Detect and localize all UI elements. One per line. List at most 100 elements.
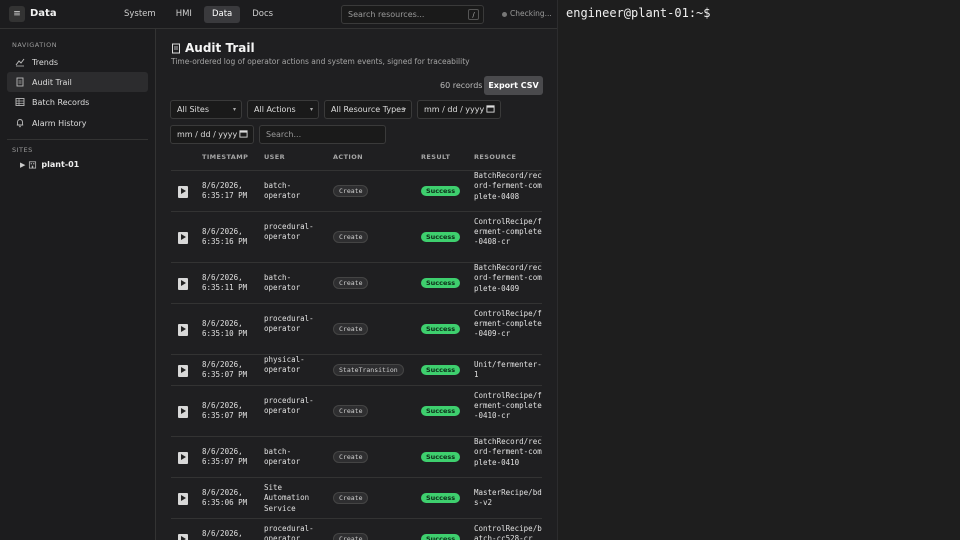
play-icon[interactable]: [178, 405, 188, 418]
site-name: plant-01: [41, 160, 80, 169]
action-cell: Create: [333, 184, 369, 197]
tab-hmi[interactable]: HMI: [168, 6, 200, 23]
actions-filter[interactable]: All Actions ▾: [247, 100, 319, 119]
action-cell: Create: [333, 230, 369, 243]
column-header-user[interactable]: USER: [264, 153, 285, 161]
action-cell: Create: [333, 322, 369, 335]
play-icon[interactable]: [178, 492, 188, 505]
play-icon[interactable]: [178, 277, 188, 290]
sidebar-item-batch-records[interactable]: Batch Records: [7, 92, 148, 112]
resource-cell: BatchRecord/record-ferment-complete-0409: [474, 262, 542, 293]
table-row[interactable]: 8/6/2026, 6:35:06 PM Site Automation Serv…: [171, 477, 542, 518]
sidebar-item-alarm-history[interactable]: Alarm History: [7, 113, 148, 133]
play-icon[interactable]: [178, 323, 188, 336]
timestamp-cell: 8/6/2026, 6:35:07 PM: [202, 360, 248, 380]
sidebar-item-label: Audit Trail: [32, 77, 72, 87]
table-search-input[interactable]: Search...: [259, 125, 386, 144]
action-cell: Create: [333, 276, 369, 289]
play-icon[interactable]: [178, 451, 188, 464]
resource-cell: BatchRecord/record-ferment-complete-0408: [474, 170, 542, 201]
search-shortcut-key: /: [468, 9, 479, 20]
column-header-action[interactable]: ACTION: [333, 153, 363, 161]
tab-data[interactable]: Data: [203, 6, 241, 23]
table-row[interactable]: 8/6/2026, 6:35:11 PM batch-operator Create…: [171, 262, 542, 303]
sidebar-item-label: Trends: [32, 57, 59, 67]
tab-system[interactable]: System: [116, 6, 164, 23]
actions-filter-value: All Actions: [254, 105, 296, 114]
table-icon: [15, 98, 25, 106]
sidebar: NAVIGATION Trends Audit Trail Batch Reco…: [0, 29, 156, 540]
resource-cell: ControlRecipe/batch-cc528-cr: [474, 524, 542, 540]
play-icon[interactable]: [178, 185, 188, 198]
chevron-down-icon: ▾: [309, 106, 313, 113]
column-header-timestamp[interactable]: TIMESTAMP: [202, 153, 248, 161]
sidebar-divider: [7, 139, 148, 140]
timestamp-cell: 8/6/2026, 6:35:11 PM: [202, 273, 248, 293]
status-badge: Success: [421, 533, 461, 540]
user-cell: batch-operator: [264, 181, 301, 201]
trend-icon: [15, 58, 25, 67]
status-badge: Success: [421, 277, 461, 288]
main-content: Audit Trail Time-ordered log of operator…: [156, 29, 557, 540]
user-cell: batch-operator: [264, 447, 301, 467]
status-badge: Success: [421, 231, 461, 242]
top-bar: ≡ Data System HMI Data Docs Search resou…: [0, 0, 557, 29]
date-to-placeholder: mm / dd / yyyy: [177, 130, 238, 139]
action-badge: Create: [333, 450, 369, 463]
action-badge: Create: [333, 532, 369, 540]
user-cell: physical-operator: [264, 355, 305, 375]
chevron-down-icon: ▾: [232, 106, 236, 113]
sidebar-item-trends[interactable]: Trends: [7, 52, 148, 72]
action-cell: Create: [333, 450, 369, 463]
action-badge: StateTransition: [333, 363, 404, 376]
column-header-result[interactable]: RESULT: [421, 153, 450, 161]
site-tree-item[interactable]: ▶ plant-01: [20, 160, 79, 169]
document-icon: [16, 77, 24, 87]
terminal-prompt: engineer@plant-01:~$: [566, 6, 711, 20]
table-row[interactable]: 8/6/2026, 6:35:16 PM procedural-operator C…: [171, 211, 542, 262]
column-header-resource[interactable]: RESOURCE: [474, 153, 516, 161]
action-badge: Create: [333, 491, 369, 504]
play-icon[interactable]: [178, 364, 188, 377]
user-cell: procedural-operator: [264, 396, 314, 416]
user-cell: procedural-operator: [264, 222, 314, 242]
resource-types-filter-value: All Resource Types: [331, 105, 406, 114]
date-to-input[interactable]: mm / dd / yyyy: [170, 125, 254, 144]
menu-icon[interactable]: ≡: [9, 6, 25, 22]
calendar-icon[interactable]: [486, 104, 495, 113]
terminal-panel[interactable]: engineer@plant-01:~$: [557, 0, 960, 540]
status-badge: Success: [421, 185, 461, 196]
status-badge: Success: [421, 323, 461, 334]
play-icon[interactable]: [178, 533, 188, 540]
timestamp-cell: 8/6/2026, 6:35:07 PM: [202, 447, 248, 467]
table-row[interactable]: 8/6/2026, 6:35:05 PM procedural-operator C…: [171, 518, 542, 540]
tab-docs[interactable]: Docs: [244, 6, 281, 23]
table-row[interactable]: 8/6/2026, 6:35:07 PM batch-operator Create…: [171, 436, 542, 477]
status-dot-icon: [502, 11, 507, 17]
calendar-icon[interactable]: [239, 129, 248, 138]
page-title: Audit Trail: [171, 41, 255, 55]
export-csv-button[interactable]: Export CSV: [484, 76, 543, 95]
search-placeholder: Search resources...: [348, 10, 425, 19]
table-row[interactable]: 8/6/2026, 6:35:10 PM procedural-operator C…: [171, 303, 542, 354]
bell-icon: [16, 119, 24, 128]
expand-arrow-icon[interactable]: ▶: [20, 161, 25, 169]
resource-cell: BatchRecord/record-ferment-complete-0410: [474, 436, 542, 467]
chevron-down-icon: ▾: [402, 106, 406, 113]
search-input[interactable]: Search resources... /: [341, 5, 484, 24]
table-row[interactable]: 8/6/2026, 6:35:17 PM batch-operator Create…: [171, 170, 542, 211]
action-cell: Create: [333, 532, 369, 540]
timestamp-cell: 8/6/2026, 6:35:05 PM: [202, 529, 247, 540]
play-icon[interactable]: [178, 231, 188, 244]
table-row[interactable]: 8/6/2026, 6:35:07 PM procedural-operator C…: [171, 385, 542, 436]
resource-cell: MasterRecipe/bds-v2: [474, 488, 542, 508]
user-cell: batch-operator: [264, 273, 301, 293]
resource-cell: ControlRecipe/ferment-complete-0410-cr: [474, 390, 542, 421]
table-row[interactable]: 8/6/2026, 6:35:07 PM physical-operator Sta…: [171, 354, 542, 385]
sites-filter[interactable]: All Sites ▾: [170, 100, 242, 119]
resource-types-filter[interactable]: All Resource Types ▾: [324, 100, 412, 119]
sidebar-item-audit-trail[interactable]: Audit Trail: [7, 72, 148, 92]
date-from-input[interactable]: mm / dd / yyyy: [417, 100, 501, 119]
building-icon: [29, 161, 37, 169]
action-badge: Create: [333, 404, 369, 417]
